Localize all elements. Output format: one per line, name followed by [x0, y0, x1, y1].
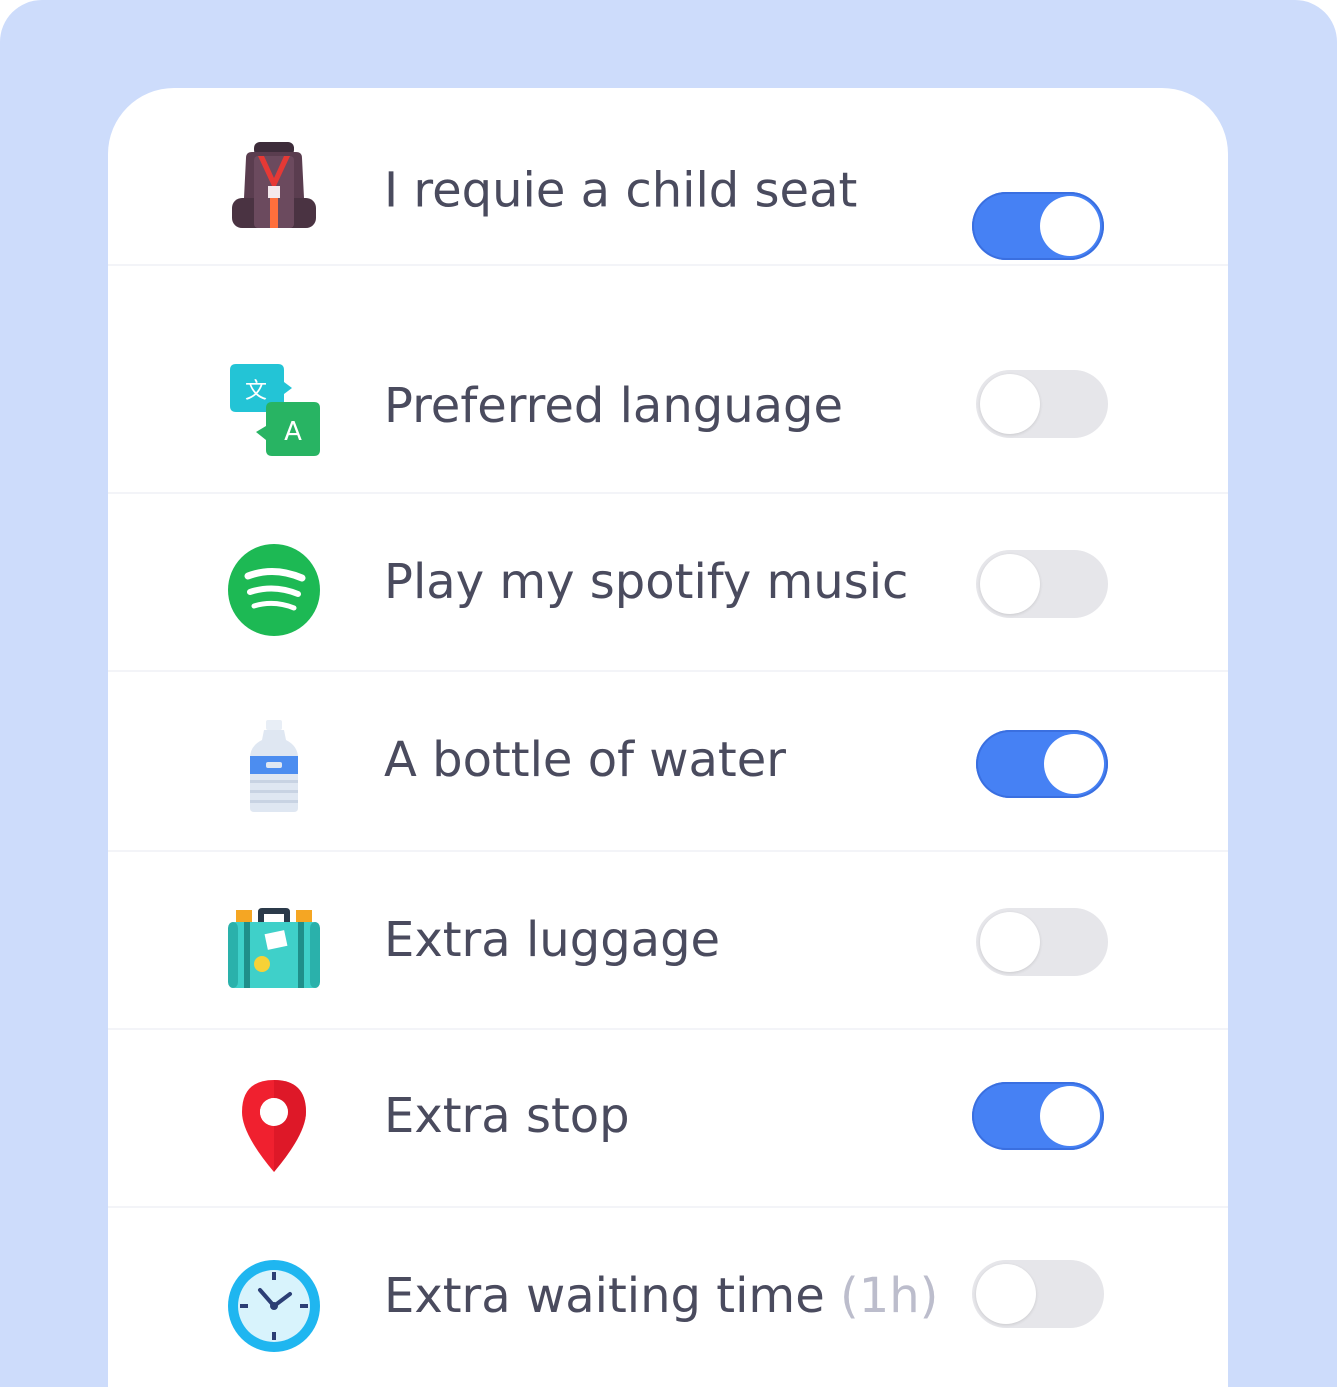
option-row-extra-stop: Extra stop	[108, 1030, 1228, 1208]
option-label: Extra luggage	[384, 912, 721, 968]
toggle-knob	[1040, 1086, 1100, 1146]
option-label: Play my spotify music	[384, 554, 909, 610]
waiting-time-toggle[interactable]	[972, 1260, 1104, 1328]
option-row-luggage: Extra luggage	[108, 852, 1228, 1030]
toggle-knob	[1040, 196, 1100, 256]
option-duration: (1h)	[839, 1268, 939, 1324]
options-card: I requie a child seat 文 A Preferred lang…	[108, 88, 1228, 1387]
map-pin-icon	[226, 1078, 322, 1174]
translate-icon: 文 A	[226, 360, 322, 456]
svg-text:文: 文	[245, 379, 267, 404]
option-row-spotify: Play my spotify music	[108, 494, 1228, 672]
spotify-toggle[interactable]	[976, 550, 1108, 618]
option-label: I requie a child seat	[384, 162, 858, 219]
child-seat-toggle[interactable]	[972, 192, 1104, 260]
toggle-knob	[976, 1264, 1036, 1324]
option-label: Preferred language	[384, 378, 844, 434]
luggage-icon	[226, 904, 322, 1000]
toggle-knob	[980, 912, 1040, 972]
option-label: Extra waiting time (1h)	[384, 1268, 939, 1324]
option-row-waiting-time: Extra waiting time (1h)	[108, 1208, 1228, 1386]
option-row-child-seat: I requie a child seat	[108, 88, 1228, 266]
option-label: A bottle of water	[384, 732, 786, 788]
clock-icon	[226, 1258, 322, 1354]
page-background: I requie a child seat 文 A Preferred lang…	[0, 0, 1337, 1387]
water-bottle-icon	[226, 718, 322, 814]
luggage-toggle[interactable]	[976, 908, 1108, 976]
option-row-water: A bottle of water	[108, 674, 1228, 852]
toggle-knob	[980, 374, 1040, 434]
option-label: Extra stop	[384, 1088, 630, 1144]
option-row-language: 文 A Preferred language	[108, 318, 1228, 494]
spotify-icon	[226, 542, 322, 638]
child-seat-icon	[226, 136, 322, 232]
svg-text:A: A	[284, 417, 302, 447]
toggle-knob	[980, 554, 1040, 614]
toggle-knob	[1044, 734, 1104, 794]
water-toggle[interactable]	[976, 730, 1108, 798]
extra-stop-toggle[interactable]	[972, 1082, 1104, 1150]
language-toggle[interactable]	[976, 370, 1108, 438]
